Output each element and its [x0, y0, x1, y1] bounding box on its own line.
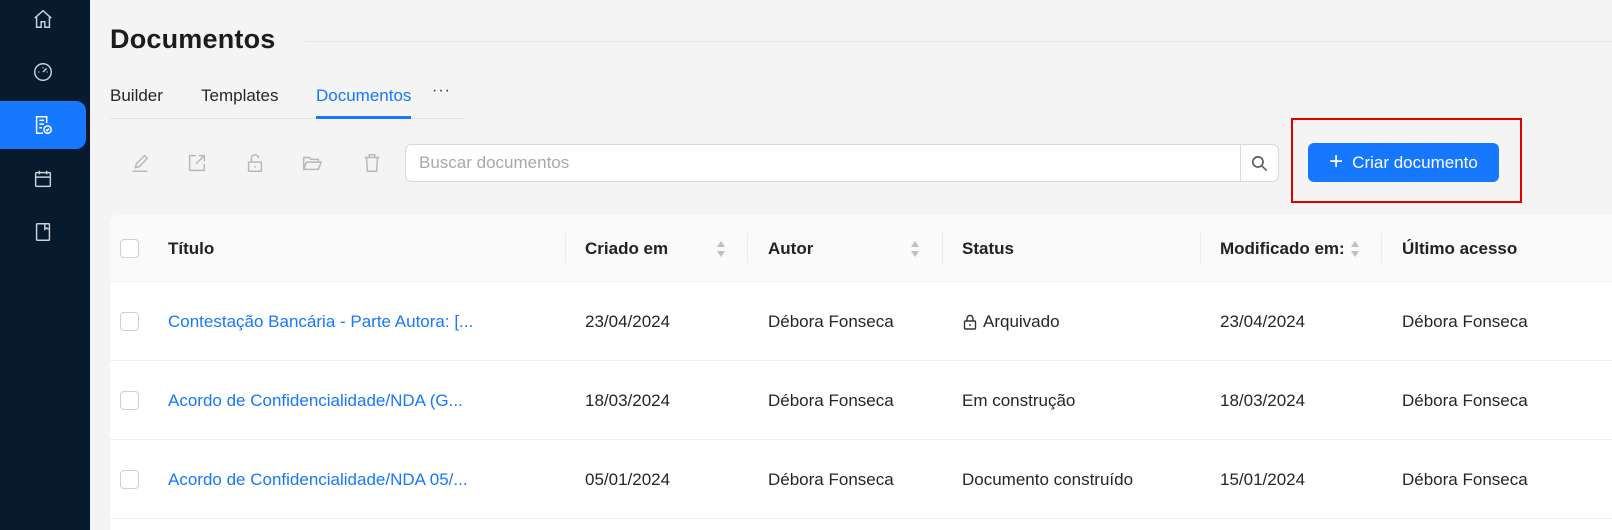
select-all-checkbox[interactable]: [120, 239, 139, 258]
column-divider: [942, 233, 943, 263]
sidebar-item-dashboard[interactable]: [0, 48, 86, 96]
column-header-last-access[interactable]: Último acesso: [1402, 215, 1517, 282]
sort-icon[interactable]: [910, 240, 920, 258]
document-title-link[interactable]: Acordo de Confidencialidade/NDA (G...: [168, 361, 463, 440]
table-header: Título Criado em Autor Status Modificado…: [110, 215, 1612, 282]
modified-date: 18/03/2024: [1220, 390, 1306, 410]
column-header-status[interactable]: Status: [962, 215, 1014, 282]
book-icon: [35, 223, 51, 241]
page-title: Documentos: [110, 24, 276, 54]
unlock-button[interactable]: [242, 150, 268, 176]
search-icon: [1251, 155, 1268, 171]
sort-icon[interactable]: [716, 240, 726, 258]
sidebar-item-calendar[interactable]: [0, 155, 86, 203]
create-document-button[interactable]: + Criar documento: [1308, 143, 1499, 182]
main-content: Documentos Builder Templates Documentos …: [90, 0, 1612, 530]
search-box: [405, 144, 1279, 182]
edit-icon: [132, 154, 149, 172]
trash-icon: [364, 154, 380, 172]
author: Débora Fonseca: [768, 469, 894, 489]
created-date: 23/04/2024: [585, 311, 671, 331]
delete-button[interactable]: [359, 150, 385, 176]
modified-date: 15/01/2024: [1220, 469, 1306, 489]
table-row[interactable]: Acordo de Confidencialidade/NDA (G... 18…: [110, 361, 1612, 440]
unlock-icon: [247, 154, 263, 172]
home-icon: [34, 9, 52, 28]
folder-open-icon: [302, 156, 323, 171]
search-button[interactable]: [1240, 145, 1278, 181]
calendar-icon: [34, 170, 52, 188]
sidebar-item-documents[interactable]: [0, 101, 86, 149]
tab-templates[interactable]: Templates: [201, 86, 278, 119]
column-header-title[interactable]: Título: [168, 215, 214, 282]
plus-icon: +: [1329, 147, 1344, 175]
status-cell: Arquivado: [962, 282, 1060, 361]
column-divider: [1200, 233, 1201, 263]
author: Débora Fonseca: [768, 390, 894, 410]
open-folder-button[interactable]: [299, 150, 325, 176]
sidebar: [0, 0, 90, 530]
document-check-icon: [35, 116, 52, 134]
document-title-link[interactable]: Acordo de Confidencialidade/NDA 05/...: [168, 440, 468, 519]
row-checkbox[interactable]: [120, 312, 139, 331]
status-text: Em construção: [962, 390, 1076, 410]
column-header-modified[interactable]: Modificado em:: [1220, 215, 1345, 282]
document-title-link[interactable]: Contestação Bancária - Parte Autora: [..…: [168, 282, 473, 361]
create-document-label: Criar documento: [1352, 152, 1478, 172]
status-text: Documento construído: [962, 469, 1134, 489]
created-date: 05/01/2024: [585, 469, 671, 489]
column-header-created[interactable]: Criado em: [585, 215, 668, 282]
last-access: Débora Fonseca: [1402, 469, 1528, 489]
modified-date: 23/04/2024: [1220, 311, 1306, 331]
tab-bar: Builder Templates Documentos ···: [110, 82, 465, 119]
export-button[interactable]: [184, 150, 210, 176]
column-divider: [747, 233, 748, 263]
last-access: Débora Fonseca: [1402, 311, 1528, 331]
lock-icon: [963, 314, 977, 330]
sort-icon[interactable]: [1350, 240, 1360, 258]
export-icon: [188, 154, 206, 172]
row-checkbox[interactable]: [120, 391, 139, 410]
dashboard-icon: [34, 63, 52, 81]
column-header-author[interactable]: Autor: [768, 215, 813, 282]
search-input[interactable]: [406, 145, 1251, 181]
author: Débora Fonseca: [768, 311, 894, 331]
column-divider: [1381, 233, 1382, 263]
tabs-more-button[interactable]: ···: [432, 82, 451, 100]
created-date: 18/03/2024: [585, 390, 671, 410]
tab-documentos[interactable]: Documentos: [316, 86, 412, 119]
row-checkbox[interactable]: [120, 470, 139, 489]
sidebar-item-home[interactable]: [0, 0, 86, 43]
status-text: Arquivado: [983, 311, 1060, 331]
table-row[interactable]: Acordo de Confidencialidade/NDA 05/... 0…: [110, 440, 1612, 519]
last-access: Débora Fonseca: [1402, 390, 1528, 410]
edit-button[interactable]: [127, 150, 153, 176]
documents-table: Título Criado em Autor Status Modificado…: [110, 215, 1612, 530]
title-divider: [305, 41, 1612, 42]
table-row[interactable]: Contestação Bancária - Parte Autora: [..…: [110, 282, 1612, 361]
column-divider: [565, 233, 566, 263]
sidebar-item-library[interactable]: [0, 208, 86, 256]
tab-builder[interactable]: Builder: [110, 86, 163, 119]
